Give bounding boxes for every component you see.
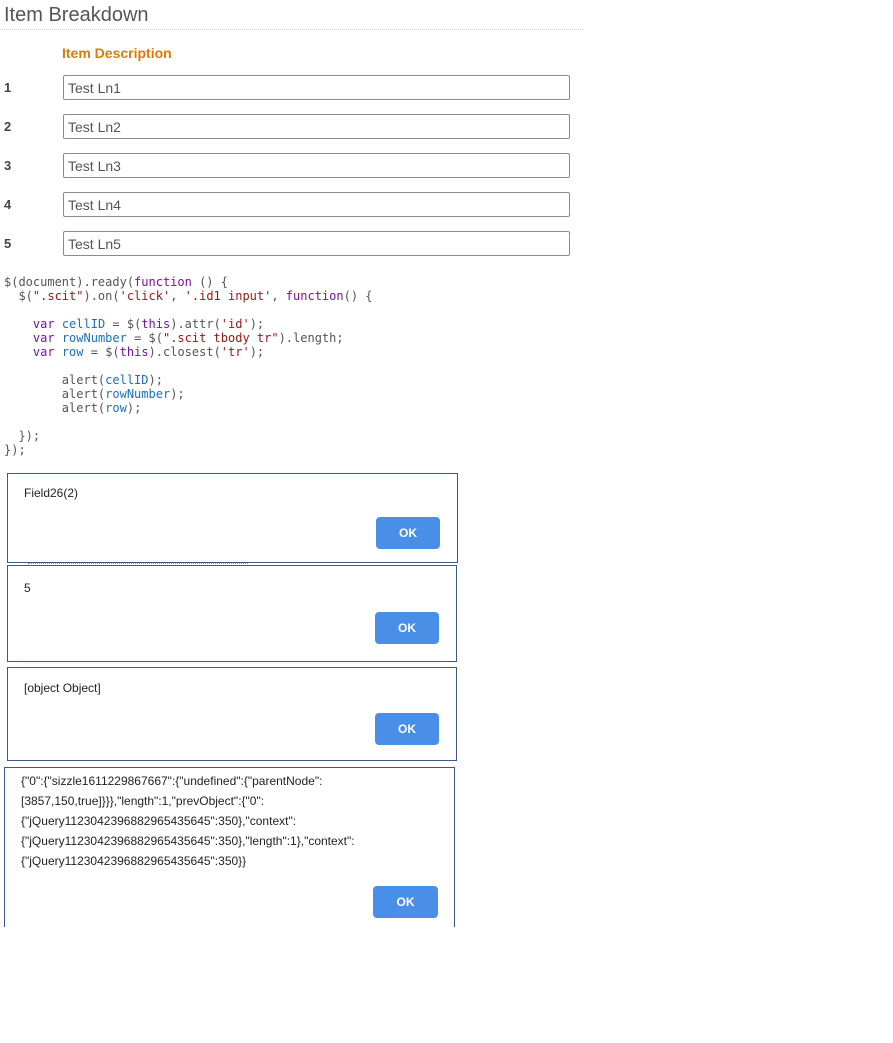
row-number: 4 (4, 197, 12, 212)
item-description-input-1[interactable] (63, 75, 570, 100)
alert-dialog: {"0":{"sizzle1611229867667":{"undefined"… (4, 767, 455, 927)
row-number: 1 (4, 80, 12, 95)
alert-message: [object Object] (24, 681, 101, 695)
row-number: 2 (4, 119, 12, 134)
item-description-input-5[interactable] (63, 231, 570, 256)
column-header-item-description: Item Description (62, 45, 172, 61)
item-description-input-3[interactable] (63, 153, 570, 178)
alert-message-line: {"0":{"sizzle1611229867667":{"undefined"… (21, 774, 323, 788)
alert-message: {"0":{"sizzle1611229867667":{"undefined"… (21, 771, 355, 871)
alert-dialog: [object Object] OK (7, 667, 457, 761)
alert-dialog: Field26(2) OK (7, 473, 458, 563)
alert-message-line: {"jQuery1123042396882965435645":350}} (21, 854, 247, 868)
alert-message: 5 (24, 581, 31, 595)
ok-button[interactable]: OK (373, 886, 438, 918)
row-number: 3 (4, 158, 12, 173)
alert-message-line: {"jQuery1123042396882965435645":350},"co… (21, 814, 297, 828)
page-title: Item Breakdown (4, 4, 149, 26)
title-divider (0, 29, 583, 30)
code-snippet: $(document).ready(function () { $(".scit… (4, 275, 373, 457)
alert-message-line: {"jQuery1123042396882965435645":350},"le… (21, 834, 355, 848)
ok-button[interactable]: OK (376, 517, 440, 549)
alert-message-line: [3857,150,true]}}},"length":1,"prevObjec… (21, 794, 265, 808)
alert-dialog: 5 OK (7, 565, 457, 662)
alert-message: Field26(2) (24, 486, 79, 500)
ok-button[interactable]: OK (375, 713, 439, 745)
row-number: 5 (4, 236, 12, 251)
item-description-input-4[interactable] (63, 192, 570, 217)
ok-button[interactable]: OK (375, 612, 439, 644)
item-description-input-2[interactable] (63, 114, 570, 139)
